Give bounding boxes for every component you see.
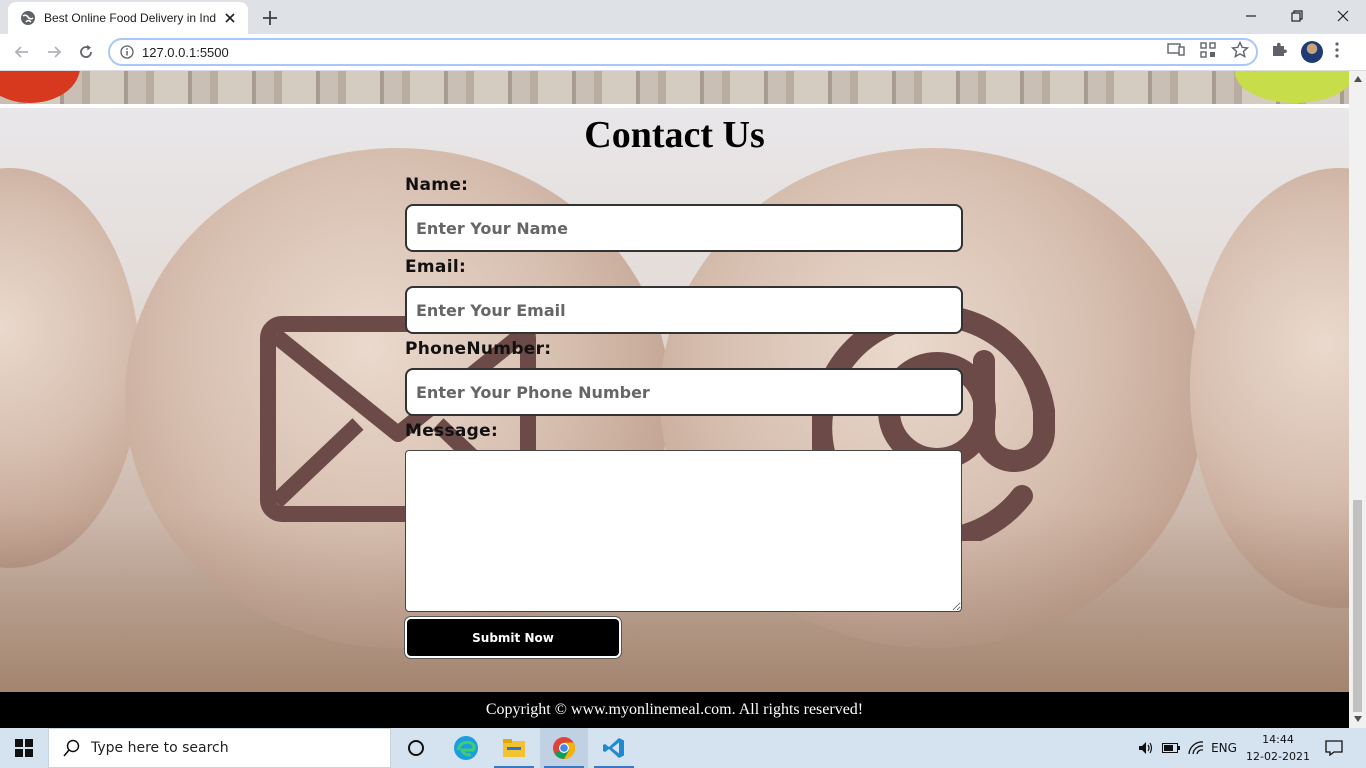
email-label: Email: — [405, 257, 467, 277]
browser-tab[interactable]: Best Online Food Delivery in India — [8, 2, 248, 34]
chrome-icon — [553, 737, 575, 759]
message-label: Message: — [405, 421, 499, 441]
lime-image — [1235, 71, 1349, 103]
submit-button[interactable]: Submit Now — [405, 617, 621, 658]
task-view-button[interactable] — [392, 728, 440, 768]
back-button[interactable] — [10, 40, 34, 64]
info-icon[interactable] — [120, 45, 134, 59]
close-tab-icon[interactable] — [222, 10, 238, 26]
volume-button[interactable] — [1136, 728, 1156, 768]
url-text: 127.0.0.1:5500 — [142, 44, 229, 60]
reload-button[interactable] — [74, 40, 98, 64]
copyright-text: Copyright © www.myonlinemeal.com. All ri… — [485, 701, 864, 718]
page-scrollbar[interactable] — [1349, 71, 1366, 728]
puzzle-icon — [1273, 42, 1287, 56]
minimize-button[interactable] — [1228, 0, 1274, 32]
tab-title: Best Online Food Delivery in India — [44, 11, 216, 25]
notifications-button[interactable] — [1320, 728, 1348, 768]
scroll-thumb[interactable] — [1353, 500, 1362, 712]
battery-button[interactable] — [1161, 728, 1181, 768]
page-title: Contact Us — [584, 114, 765, 156]
address-bar[interactable]: 127.0.0.1:5500 — [108, 38, 1258, 66]
qr-code-icon — [1200, 42, 1216, 58]
vscode-app[interactable] — [590, 728, 638, 768]
close-icon — [1337, 10, 1349, 22]
footer: Copyright © www.myonlinemeal.com. All ri… — [0, 692, 1349, 728]
extensions-button[interactable] — [1269, 40, 1289, 60]
name-label: Name: — [405, 175, 469, 195]
forward-button[interactable] — [42, 40, 66, 64]
minimize-icon — [1246, 15, 1256, 17]
new-tab-icon[interactable] — [260, 8, 280, 28]
arrow-left-icon — [14, 46, 28, 58]
qr-button[interactable] — [1198, 40, 1218, 60]
star-icon — [1231, 41, 1249, 59]
cast-icon — [1167, 43, 1185, 56]
phone-label: PhoneNumber: — [405, 339, 552, 359]
browser-toolbar: 127.0.0.1:5500 — [0, 34, 1366, 71]
start-button[interactable] — [0, 728, 48, 768]
wifi-button[interactable] — [1186, 728, 1206, 768]
edge-app[interactable] — [442, 728, 490, 768]
reload-icon — [80, 45, 92, 58]
scroll-up-arrow[interactable] — [1353, 74, 1362, 84]
notification-icon — [1325, 740, 1343, 756]
windows-taskbar: Type here to search ENG 14:44 12-02-2021 — [0, 728, 1366, 768]
more-vert-icon — [1335, 42, 1339, 58]
cast-button[interactable] — [1166, 40, 1186, 60]
name-input[interactable] — [405, 204, 963, 252]
menu-button[interactable] — [1327, 40, 1347, 60]
wifi-icon — [1188, 741, 1204, 755]
language-indicator[interactable]: ENG — [1208, 728, 1240, 768]
bookmark-button[interactable] — [1230, 40, 1250, 60]
tomato-image — [0, 71, 80, 103]
taskbar-search[interactable]: Type here to search — [48, 728, 391, 768]
scroll-down-arrow[interactable] — [1353, 714, 1362, 724]
hero-image-strip — [0, 71, 1349, 104]
vscode-icon — [603, 738, 624, 758]
clock-date: 12-02-2021 — [1246, 750, 1310, 763]
restore-icon — [1291, 10, 1303, 22]
message-textarea[interactable] — [405, 450, 962, 612]
battery-icon — [1162, 743, 1180, 753]
email-input[interactable] — [405, 286, 963, 334]
restore-button[interactable] — [1274, 0, 1320, 32]
folder-icon — [503, 739, 525, 757]
edge-icon — [454, 736, 478, 760]
page-viewport: Contact Us Name: Email: PhoneNumber: Mes… — [0, 71, 1349, 728]
triangle-down-icon — [1353, 716, 1362, 722]
tab-strip: Best Online Food Delivery in India — [0, 0, 1366, 34]
speaker-icon — [1139, 742, 1153, 754]
search-icon — [63, 739, 80, 757]
system-clock[interactable]: 14:44 12-02-2021 — [1244, 731, 1312, 765]
task-view-icon — [408, 740, 424, 756]
phone-input[interactable] — [405, 368, 963, 416]
windows-logo-icon — [15, 739, 33, 757]
search-placeholder: Type here to search — [91, 740, 229, 756]
close-window-button[interactable] — [1320, 0, 1366, 32]
arrow-right-icon — [48, 46, 62, 58]
triangle-up-icon — [1353, 76, 1362, 82]
file-explorer-app[interactable] — [490, 728, 538, 768]
chrome-app[interactable] — [540, 728, 588, 768]
clock-time: 14:44 — [1262, 733, 1294, 746]
profile-avatar[interactable] — [1301, 41, 1323, 63]
globe-icon — [21, 11, 35, 25]
contact-section: Contact Us Name: Email: PhoneNumber: Mes… — [0, 108, 1349, 692]
language-text: ENG — [1211, 741, 1237, 755]
